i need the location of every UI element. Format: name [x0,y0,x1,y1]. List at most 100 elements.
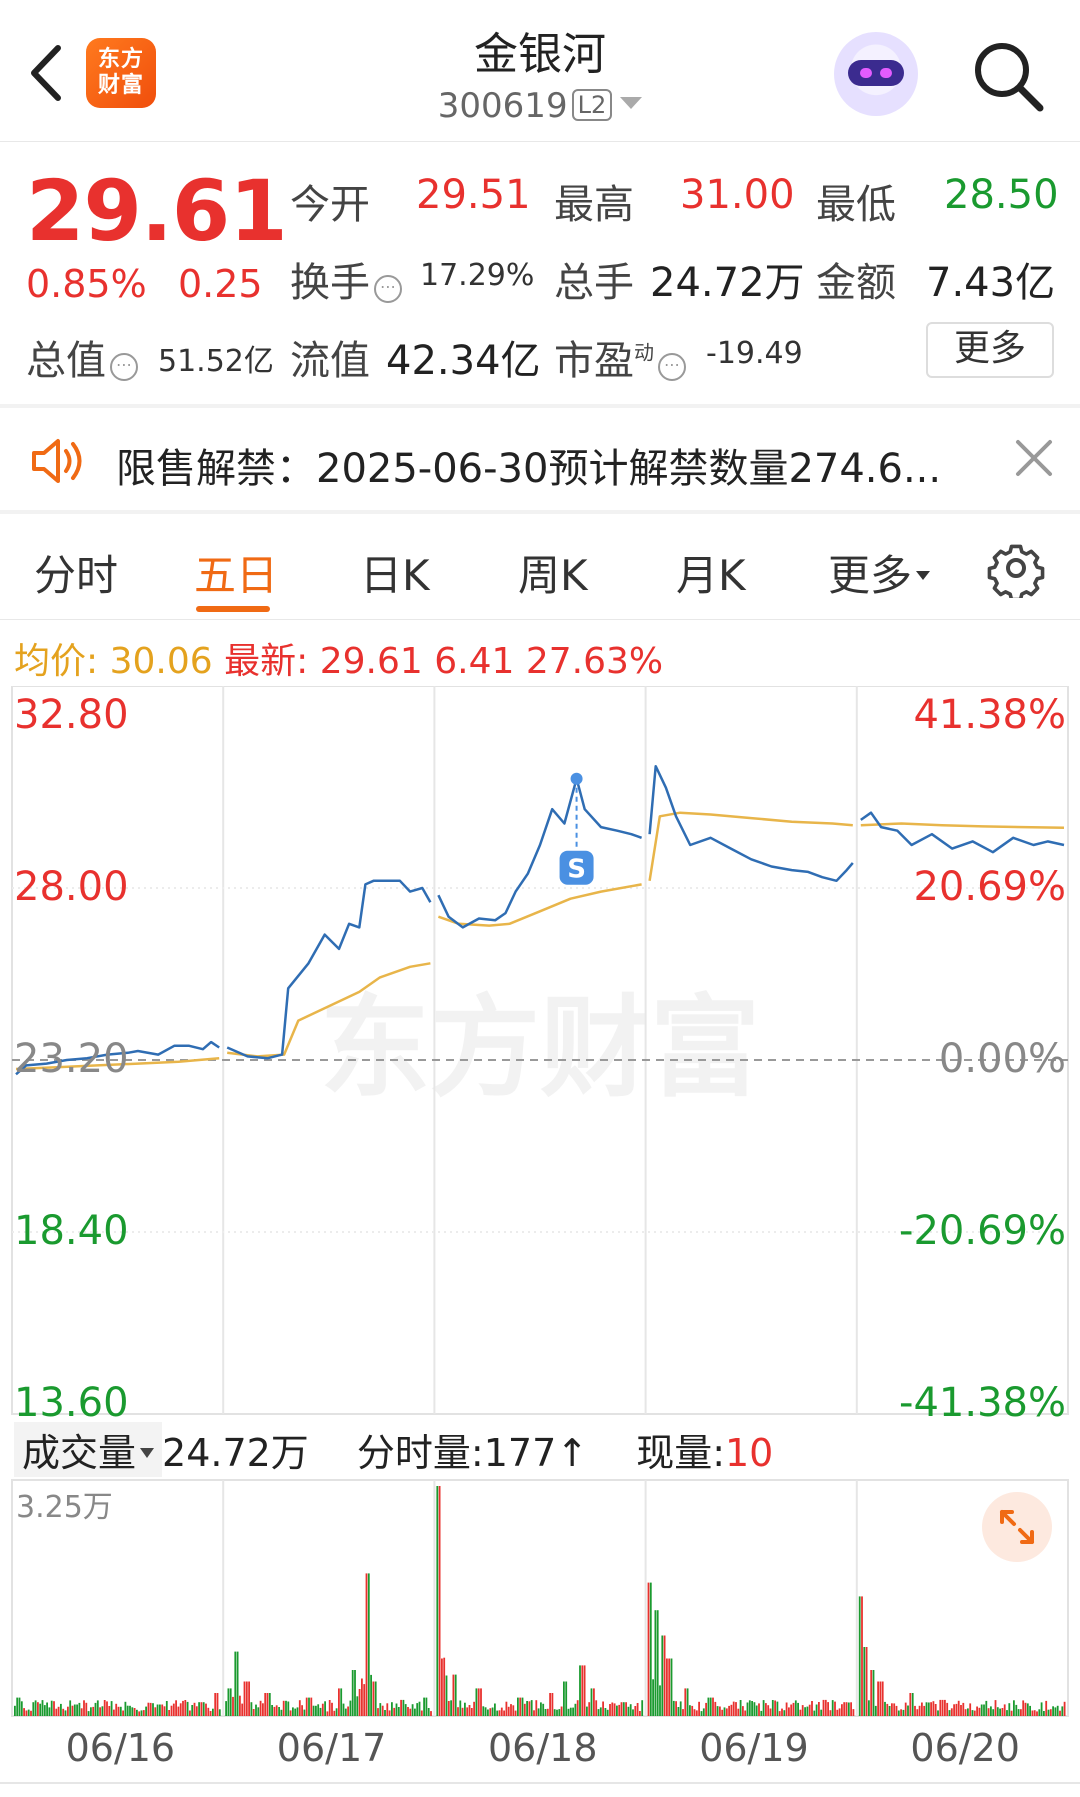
volume-bar [804,1707,806,1716]
volume-bar [131,1707,134,1716]
five-day-change: 6.41 [434,641,515,682]
volume-bar [907,1705,909,1716]
five-day-price-chart[interactable]: 东方财富 S [0,686,1080,1416]
volume-bar [1015,1704,1018,1716]
signal-marker[interactable]: S [559,772,594,885]
volume-bar [1024,1702,1027,1716]
search-icon[interactable] [970,38,1046,114]
caret-down-icon [916,571,931,580]
ai-assistant-robot-icon[interactable] [834,32,918,116]
gear-icon[interactable] [986,538,1046,598]
volume-bar [1054,1707,1057,1716]
volume-bar [776,1701,779,1716]
tab-daily-k[interactable]: 日K [360,542,430,603]
volume-bar [473,1701,475,1716]
minute-volume-label: 分时量: [356,1431,484,1475]
volume-bar [827,1702,829,1716]
volume-bar [1049,1709,1052,1716]
volume-bar [361,1678,363,1716]
amount-label: 金额 [816,260,896,306]
volume-bar [927,1702,930,1716]
volume-bar [556,1709,558,1716]
tab-intraday[interactable]: 分时 [34,542,118,603]
volume-bar [560,1706,563,1716]
volume-bar [702,1708,705,1716]
volume-bar [496,1710,499,1716]
volume-indicator-selector[interactable]: 成交量 [14,1422,163,1477]
volume-bar [177,1706,180,1716]
more-quote-button[interactable]: 更多 [926,322,1054,378]
brand-logo[interactable]: 东方 财富 [86,38,156,108]
volume-bar [512,1705,515,1716]
top-bar: 东方 财富 金银河 300619 L2 [0,0,1080,142]
volume-bar [384,1710,386,1716]
volume-bar [712,1697,714,1716]
volume-bar [629,1704,632,1716]
tab-five-day[interactable]: 五日 [194,542,278,603]
volume-bar [937,1710,939,1716]
volume-label: 总手 [554,260,634,306]
volume-bar [78,1702,81,1716]
volume-bar [755,1705,758,1716]
volume-bar [1010,1710,1013,1716]
turnover-label[interactable]: 换手 ⋯ [290,250,406,308]
volume-bar [489,1708,492,1716]
volume-bar [521,1697,524,1716]
volume-bar [482,1706,485,1716]
back-arrow-icon[interactable] [22,38,72,108]
volume-bar [48,1707,51,1716]
mktcap-label[interactable]: 总值 ⋯ [26,328,142,386]
volume-bar [273,1706,276,1716]
low-label: 最低 [816,182,896,228]
pe-label[interactable]: 市盈动 ⋯ [554,328,690,386]
stock-code-switcher[interactable]: 300619 L2 [340,86,740,126]
volume-bar [902,1709,905,1716]
y-right-tick-label: -20.69% [899,1208,1066,1254]
volume-bar [271,1705,273,1716]
volume-bar [716,1706,719,1716]
volume-bar [850,1702,852,1716]
tab-weekly-k[interactable]: 周K [518,542,588,603]
volume-bar [262,1703,264,1716]
unlock-notice-bar[interactable]: 限售解禁：2025-06-30预计解禁数量274.6... [0,408,1080,512]
tab-monthly-k[interactable]: 月K [676,542,746,603]
volume-bar [108,1706,111,1716]
volume-bar [742,1706,744,1716]
close-icon[interactable] [1010,434,1058,482]
volume-bar [494,1703,496,1716]
volume-bar [533,1710,535,1716]
volume-bar [523,1703,526,1716]
volume-bar [1017,1709,1020,1716]
volume-bar [195,1706,198,1716]
volume-bar [41,1700,44,1716]
volume-bar [549,1693,551,1716]
volume-bar [609,1704,611,1716]
volume-bar [909,1693,912,1716]
chevron-down-icon [620,97,643,109]
volume-bar [103,1700,106,1716]
volume-bar [597,1709,600,1716]
volume-bar [372,1681,375,1716]
volume-bar [923,1705,926,1716]
tab-more[interactable]: 更多 [828,542,931,603]
volume-bar [611,1702,614,1716]
volume-bar [841,1704,843,1716]
volume-bar [967,1708,969,1716]
volume-bar [298,1700,301,1716]
volume-bar [16,1697,19,1716]
volume-bar [1036,1711,1038,1716]
volume-bar [136,1709,138,1716]
volume-bar [354,1670,356,1716]
volume-bar [420,1710,423,1716]
volume-bar [625,1702,627,1716]
volume-bar [1029,1705,1031,1716]
volume-bar [526,1701,528,1716]
volume-bar [831,1700,834,1716]
volume-bar [517,1697,519,1716]
volume-bar [25,1710,28,1716]
volume-bar [338,1688,340,1716]
volume-bar [106,1701,108,1716]
volume-bar [500,1707,503,1716]
expand-icon[interactable] [982,1492,1052,1562]
volume-bar [891,1703,893,1716]
